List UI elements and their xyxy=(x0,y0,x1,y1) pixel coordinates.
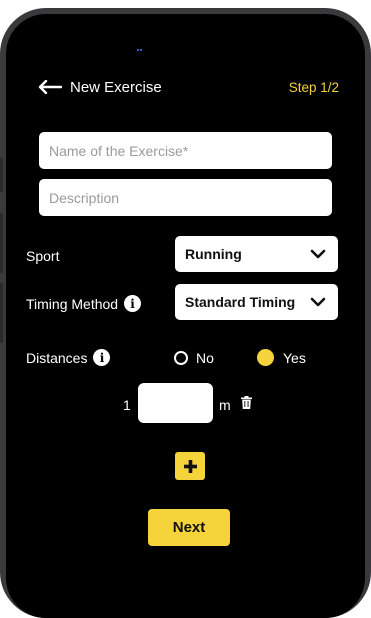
phone-side-button xyxy=(0,213,3,273)
distances-label: Distances i xyxy=(26,349,111,366)
distance-index: 1 xyxy=(123,397,131,413)
sport-select[interactable]: Running xyxy=(175,236,338,272)
timing-method-select[interactable]: Standard Timing xyxy=(175,284,338,320)
next-button-label: Next xyxy=(172,519,206,536)
chevron-down-icon xyxy=(310,297,326,307)
back-arrow-icon xyxy=(38,80,62,94)
plus-icon xyxy=(183,459,197,473)
distance-value-input[interactable] xyxy=(138,383,213,423)
info-icon[interactable]: i xyxy=(93,349,111,366)
timing-method-label-text: Timing Method xyxy=(26,295,119,312)
timing-method-label: Timing Method i xyxy=(26,295,142,312)
sport-label-text: Sport xyxy=(26,248,60,264)
header-bar: New Exercise Step 1/2 xyxy=(6,72,365,102)
distances-option-no[interactable]: No xyxy=(174,350,214,366)
radio-selected-icon xyxy=(257,349,274,366)
chevron-down-icon xyxy=(310,249,326,259)
step-indicator: Step 1/2 xyxy=(288,80,339,95)
app-screen: New Exercise Step 1/2 Sport Running Timi… xyxy=(6,14,365,618)
distances-option-yes[interactable]: Yes xyxy=(257,349,306,366)
page-title: New Exercise xyxy=(70,78,162,96)
sport-label: Sport xyxy=(26,248,59,264)
radio-unselected-icon xyxy=(174,351,188,365)
trash-icon[interactable] xyxy=(241,396,252,409)
add-distance-button[interactable] xyxy=(175,452,205,480)
next-button[interactable]: Next xyxy=(148,509,230,546)
phone-side-button xyxy=(0,283,3,343)
timing-method-select-value: Standard Timing xyxy=(185,294,296,310)
back-button[interactable]: New Exercise xyxy=(38,72,162,102)
info-icon[interactable]: i xyxy=(124,295,142,312)
phone-side-button xyxy=(0,158,3,192)
exercise-name-input[interactable] xyxy=(39,132,332,169)
distance-unit: m xyxy=(219,397,231,413)
camera-indicator xyxy=(137,38,143,51)
option-no-label: No xyxy=(196,350,214,366)
option-yes-label: Yes xyxy=(283,349,306,366)
description-input[interactable] xyxy=(39,179,332,216)
sport-select-value: Running xyxy=(185,246,242,262)
distances-label-text: Distances xyxy=(26,349,88,366)
phone-frame: New Exercise Step 1/2 Sport Running Timi… xyxy=(0,8,371,618)
